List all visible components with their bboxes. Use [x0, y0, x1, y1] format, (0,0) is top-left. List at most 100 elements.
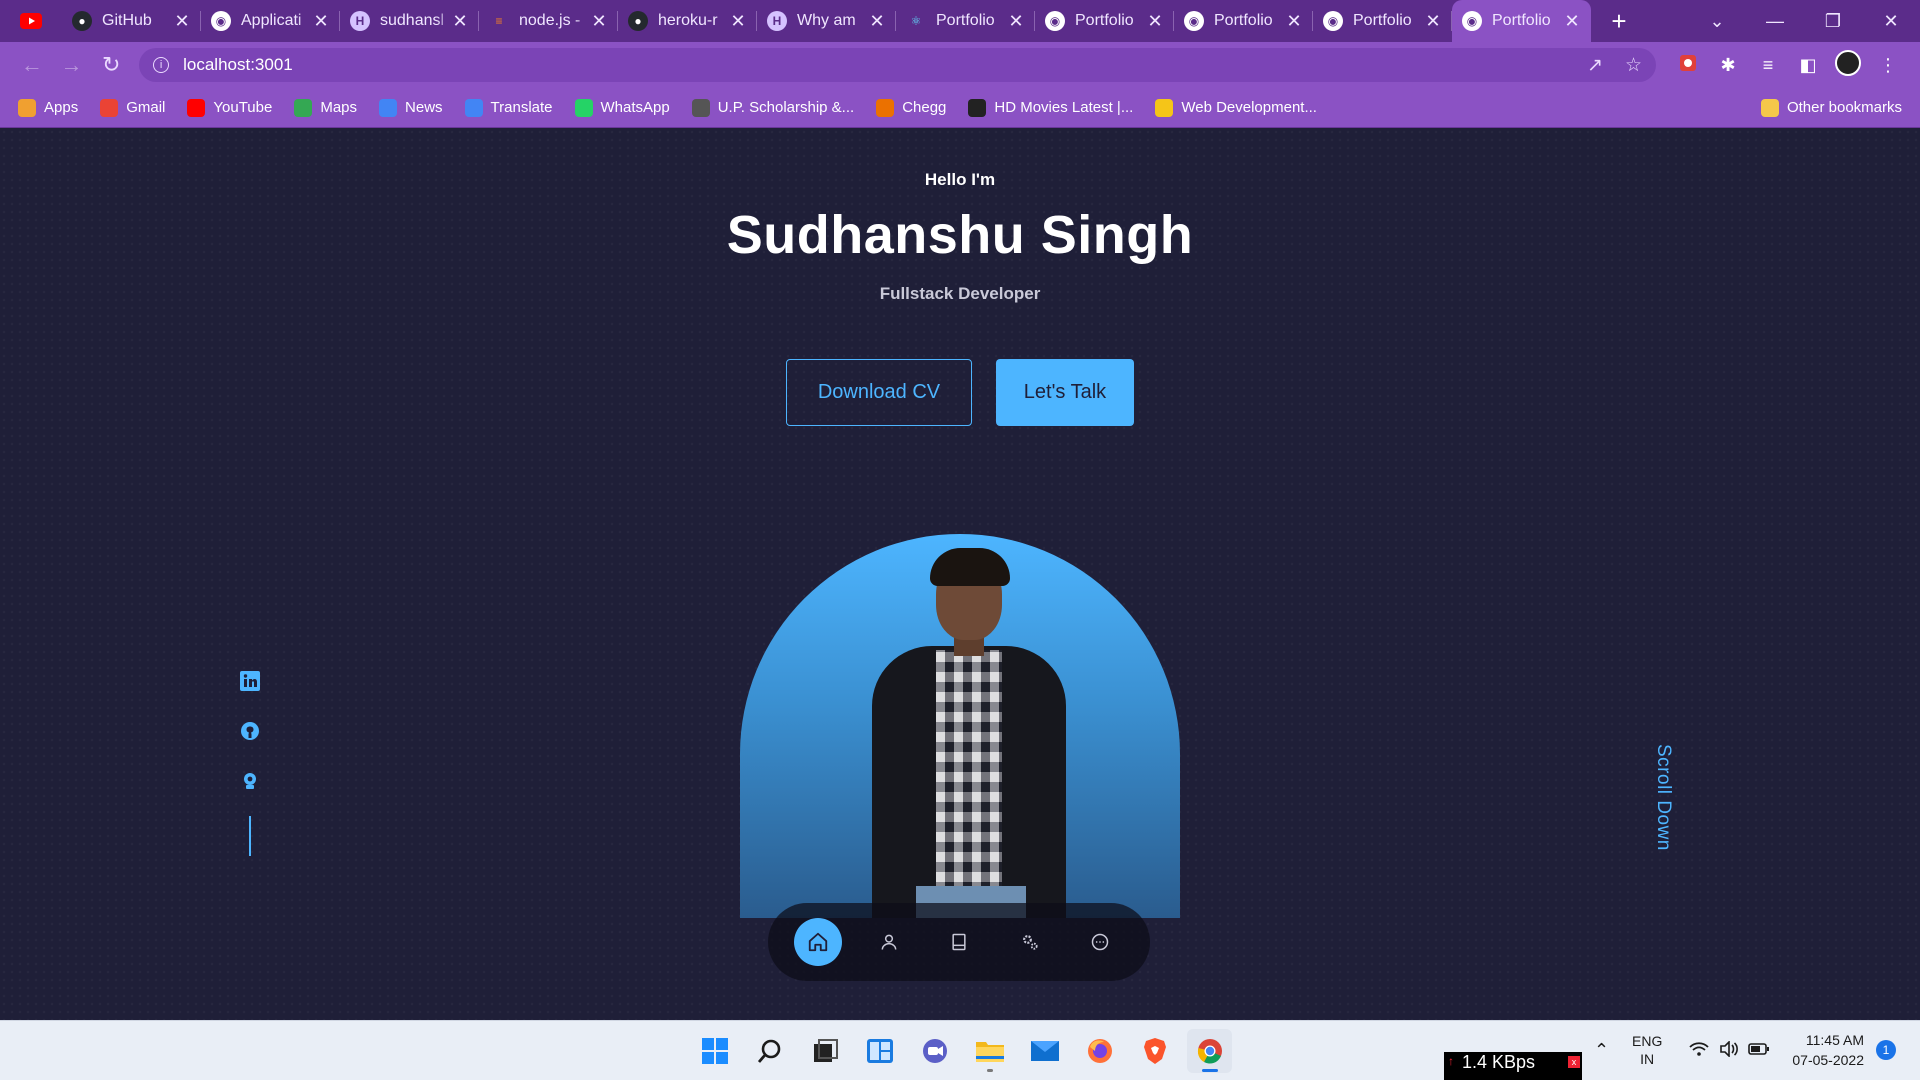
bookmark-star-icon[interactable]: ☆: [1625, 54, 1642, 77]
nav-experience[interactable]: [935, 918, 983, 966]
new-tab-button[interactable]: +: [1599, 6, 1639, 37]
linkedin-link[interactable]: [239, 670, 261, 692]
language-indicator[interactable]: ENG IN: [1632, 1020, 1662, 1080]
react-icon: ⚛: [910, 14, 922, 28]
tab-title: Portfolio: [1214, 12, 1273, 29]
bookmark-label: Apps: [44, 99, 79, 116]
webdev-icon: [1155, 98, 1174, 117]
firefox-button[interactable]: [1077, 1029, 1122, 1073]
show-hidden-icons-button[interactable]: ⌃: [1594, 1020, 1609, 1080]
bookmark-label: Translate: [490, 99, 553, 116]
bookmark-item[interactable]: Chegg: [876, 98, 947, 117]
widgets-button[interactable]: [857, 1029, 902, 1073]
bookmark-item[interactable]: WhatsApp: [574, 98, 670, 117]
bottom-nav: [768, 903, 1150, 981]
bookmark-label: Chegg: [902, 99, 947, 116]
site-info-icon[interactable]: i: [153, 57, 170, 73]
browser-tab[interactable]: H Why am ✕: [757, 0, 896, 42]
nav-home[interactable]: [794, 918, 842, 966]
task-view-button[interactable]: [802, 1029, 847, 1073]
bookmark-item[interactable]: Maps: [294, 98, 357, 117]
browser-tab[interactable]: Hsudhansl ✕: [340, 0, 479, 42]
address-bar[interactable]: i localhost:3001 ↗ ☆: [139, 48, 1656, 82]
browser-tab[interactable]: ◉ Applicati ✕: [201, 0, 340, 42]
other-bookmarks[interactable]: Other bookmarks: [1760, 98, 1902, 117]
browser-tab[interactable]: ◉ Portfolio ✕: [1313, 0, 1452, 42]
side-panel-icon[interactable]: ◧: [1788, 55, 1828, 76]
close-window-button[interactable]: ✕: [1862, 11, 1920, 32]
browser-tab[interactable]: ● heroku-r ✕: [618, 0, 757, 42]
windows-logo-icon: [701, 1038, 728, 1064]
bookmark-label: YouTube: [213, 99, 273, 116]
close-tab-icon[interactable]: ✕: [590, 11, 608, 32]
bookmark-item[interactable]: U.P. Scholarship &...: [691, 98, 854, 117]
clock[interactable]: 11:45 AM 07-05-2022: [1782, 1020, 1864, 1080]
hashnode-link[interactable]: [239, 770, 261, 792]
close-tab-icon[interactable]: ✕: [1424, 11, 1442, 32]
task-view-icon: [813, 1039, 838, 1062]
close-tab-icon[interactable]: ✕: [451, 11, 469, 32]
menu-kebab-icon[interactable]: ⋮: [1868, 55, 1908, 76]
maps-icon: [294, 98, 313, 117]
extensions-puzzle-icon[interactable]: ✱: [1708, 55, 1748, 76]
reload-button[interactable]: ↻: [91, 52, 131, 78]
file-explorer-button[interactable]: [967, 1029, 1012, 1073]
bookmark-item[interactable]: Web Development...: [1155, 98, 1317, 117]
bookmark-item[interactable]: Apps: [18, 98, 79, 117]
globe-icon: ◉: [1045, 11, 1065, 31]
nav-services[interactable]: [1006, 918, 1054, 966]
browser-tab[interactable]: ◉ Portfolio ✕: [1452, 0, 1591, 42]
back-button[interactable]: ←: [12, 52, 52, 78]
browser-tab[interactable]: ≡ node.js - ✕: [479, 0, 618, 42]
tab-youtube[interactable]: [0, 0, 62, 42]
download-cv-button[interactable]: Download CV: [786, 359, 972, 426]
meter-close-icon[interactable]: x: [1568, 1056, 1580, 1068]
bookmark-item[interactable]: HD Movies Latest |...: [968, 98, 1133, 117]
browser-toolbar: ← → ↻ i localhost:3001 ↗ ☆ ✱ ≡ ◧ ⋮: [0, 42, 1920, 88]
bookmark-item[interactable]: Gmail: [100, 98, 165, 117]
github-link[interactable]: [239, 720, 261, 742]
bookmark-item[interactable]: YouTube: [187, 98, 273, 117]
system-tray-icons[interactable]: [1684, 1020, 1774, 1080]
browser-tab[interactable]: ● GitHub ✕: [62, 0, 201, 42]
extension-icon[interactable]: [1668, 54, 1708, 77]
movie-icon: [968, 98, 987, 117]
forward-button[interactable]: →: [52, 52, 92, 78]
close-tab-icon[interactable]: ✕: [173, 11, 191, 32]
close-tab-icon[interactable]: ✕: [729, 11, 747, 32]
notification-badge[interactable]: 1: [1876, 1040, 1896, 1060]
browser-tab[interactable]: ◉ Portfolio ✕: [1035, 0, 1174, 42]
close-tab-icon[interactable]: ✕: [312, 11, 330, 32]
browser-tab[interactable]: ⚛ Portfolio ✕: [896, 0, 1035, 42]
close-tab-icon[interactable]: ✕: [1146, 11, 1164, 32]
hero-name: Sudhanshu Singh: [726, 205, 1194, 265]
nav-contact[interactable]: [1076, 918, 1124, 966]
close-tab-icon[interactable]: ✕: [1563, 11, 1581, 32]
news-icon: [379, 98, 398, 117]
mail-button[interactable]: [1022, 1029, 1067, 1073]
github-icon: [241, 722, 259, 740]
lets-talk-button[interactable]: Let's Talk: [996, 359, 1134, 426]
linkedin-icon: [240, 671, 260, 691]
close-tab-icon[interactable]: ✕: [1007, 11, 1025, 32]
brave-button[interactable]: [1132, 1029, 1177, 1073]
share-icon[interactable]: ↗: [1587, 54, 1603, 77]
scroll-down-link[interactable]: Scroll Down: [1652, 744, 1674, 851]
chrome-button[interactable]: [1187, 1029, 1232, 1073]
tab-search-icon[interactable]: ⌄: [1688, 11, 1746, 32]
bookmark-item[interactable]: News: [379, 98, 443, 117]
bookmark-item[interactable]: Translate: [464, 98, 553, 117]
minimize-button[interactable]: —: [1746, 11, 1804, 32]
search-button[interactable]: [747, 1029, 792, 1073]
close-tab-icon[interactable]: ✕: [1285, 11, 1303, 32]
close-tab-icon[interactable]: ✕: [868, 11, 886, 32]
maximize-button[interactable]: ❐: [1804, 11, 1862, 32]
start-button[interactable]: [692, 1029, 737, 1073]
tab-title: heroku-r: [658, 12, 718, 29]
media-control-icon[interactable]: ≡: [1748, 55, 1788, 76]
chegg-icon: [876, 98, 895, 117]
browser-tab[interactable]: ◉ Portfolio ✕: [1174, 0, 1313, 42]
nav-about[interactable]: [865, 918, 913, 966]
teams-chat-button[interactable]: [912, 1029, 957, 1073]
profile-avatar[interactable]: [1828, 49, 1868, 81]
